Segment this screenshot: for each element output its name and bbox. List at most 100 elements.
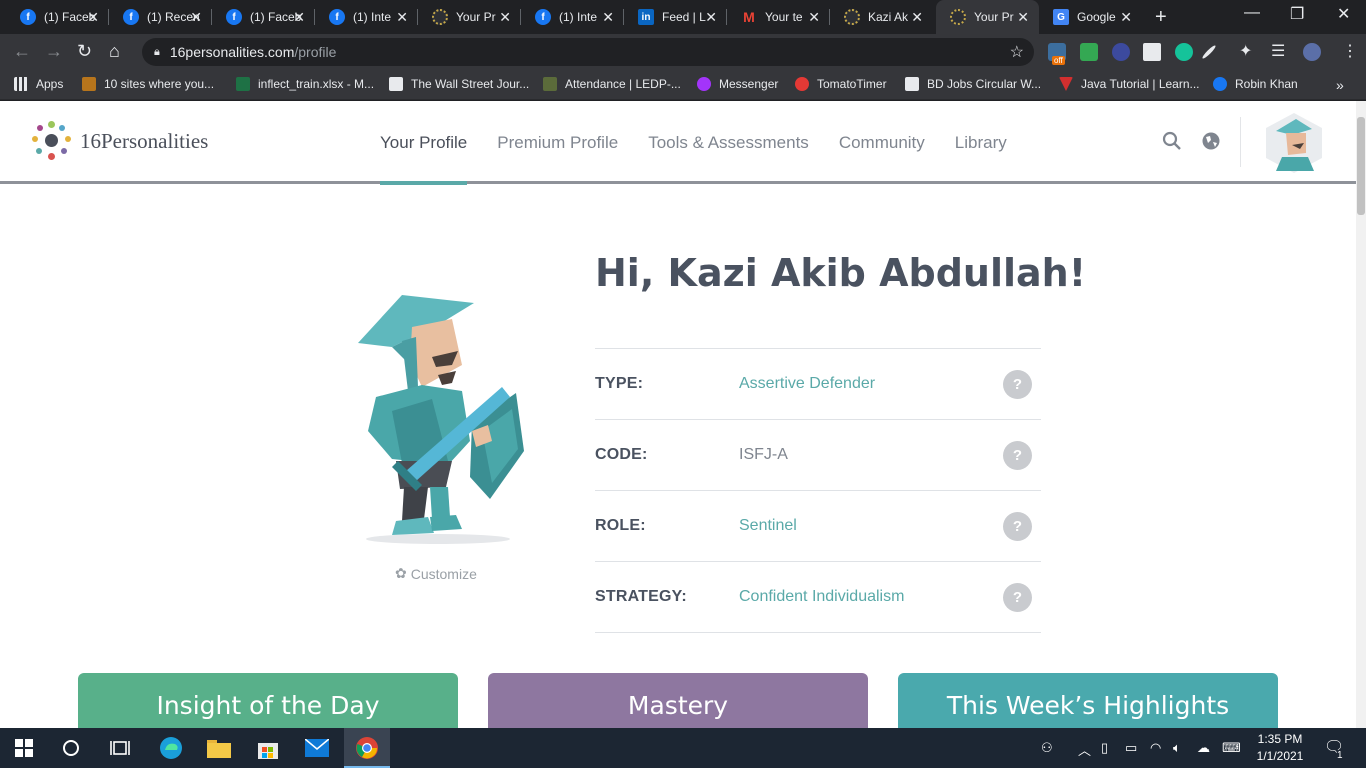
bookmark-item[interactable]: BD Jobs Circular W... — [905, 77, 1041, 91]
bookmark-item[interactable]: Attendance | LEDP-... — [543, 77, 681, 91]
browser-tab[interactable]: f (1) Inte ✕ — [315, 0, 418, 34]
volume-icon[interactable]: 🔈︎ — [1173, 740, 1181, 756]
chrome-icon[interactable] — [355, 736, 379, 760]
help-icon[interactable]: ? — [1003, 441, 1032, 470]
nav-premium-profile[interactable]: Premium Profile — [497, 101, 618, 184]
browser-tab[interactable]: f (1) Facebook ✕ — [212, 0, 315, 34]
browser-tab[interactable]: M Your te ✕ — [727, 0, 830, 34]
onedrive-icon[interactable]: ☁ — [1197, 740, 1210, 756]
mail-icon[interactable] — [305, 736, 329, 760]
close-tab-icon[interactable]: ✕ — [808, 9, 820, 26]
browser-tab[interactable]: f (1) Facebook ✕ — [6, 0, 109, 34]
bookmark-item[interactable]: inflect_train.xlsx - M... — [236, 77, 374, 91]
close-window-icon[interactable]: ✕ — [1337, 4, 1350, 24]
close-tab-icon[interactable]: ✕ — [499, 9, 511, 26]
media-control-icon[interactable]: ☰ — [1271, 41, 1285, 61]
home-icon[interactable]: ⌂ — [109, 41, 120, 62]
facebook-icon: f — [329, 9, 345, 25]
address-bar[interactable]: 🔒︎ 16personalities.com/profile ☆ — [142, 38, 1034, 66]
clip-extension-icon[interactable] — [1143, 43, 1161, 61]
keyboard-icon[interactable]: ⌨ — [1222, 740, 1241, 756]
nav-community[interactable]: Community — [839, 101, 925, 184]
windows-start-icon[interactable] — [12, 736, 36, 760]
help-icon[interactable]: ? — [1003, 512, 1032, 541]
close-tab-icon[interactable]: ✕ — [705, 9, 717, 26]
close-tab-icon[interactable]: ✕ — [1017, 9, 1029, 26]
wifi-icon[interactable]: ◠ — [1150, 740, 1161, 756]
browser-tab[interactable]: f (1) Inte ✕ — [521, 0, 624, 34]
profile-avatar-icon[interactable] — [1303, 43, 1321, 61]
sentinel-character-illustration — [358, 295, 524, 544]
bookmark-item[interactable]: The Wall Street Jour... — [389, 77, 529, 91]
type-value-link[interactable]: Assertive Defender — [739, 375, 875, 393]
bookmark-item[interactable]: TomatoTimer — [795, 77, 887, 91]
bookmark-star-icon[interactable]: ☆ — [1010, 42, 1024, 62]
battery-icon[interactable]: ▭ — [1125, 740, 1137, 756]
profile-row-type: TYPE: Assertive Defender ? — [595, 349, 1041, 420]
user-avatar[interactable] — [1262, 113, 1326, 173]
shield-extension-icon[interactable] — [1080, 43, 1098, 61]
restore-icon[interactable]: ❐ — [1290, 4, 1304, 24]
forward-icon[interactable]: → — [45, 41, 63, 62]
web-page: 16Personalities Your Profile Premium Pro… — [0, 101, 1366, 728]
grammarly-icon[interactable] — [1175, 43, 1193, 61]
file-explorer-icon[interactable] — [207, 736, 231, 760]
help-icon[interactable]: ? — [1003, 370, 1032, 399]
reload-icon[interactable]: ↻ — [77, 41, 92, 62]
bookmark-apps[interactable]: Apps — [14, 77, 63, 91]
bookmark-item[interactable]: Messenger — [697, 77, 778, 91]
close-tab-icon[interactable]: ✕ — [1120, 9, 1132, 26]
minimize-icon[interactable]: — — [1244, 4, 1260, 22]
close-tab-icon[interactable]: ✕ — [911, 9, 923, 26]
new-tab-icon[interactable]: + — [1155, 6, 1167, 29]
bookmark-label: Java Tutorial | Learn... — [1081, 77, 1200, 91]
profile-details-table: TYPE: Assertive Defender ? CODE: ISFJ-A … — [595, 348, 1041, 633]
customize-link[interactable]: ✿ Customize — [395, 565, 477, 582]
notification-count: 1 — [1337, 750, 1343, 761]
puzzle-extensions-icon[interactable]: ✦ — [1239, 41, 1252, 61]
browser-tab[interactable]: Kazi Ak ✕ — [830, 0, 933, 34]
globe-language-icon[interactable] — [1201, 131, 1221, 157]
back-icon[interactable]: ← — [13, 41, 31, 62]
browser-tab[interactable]: Your Pr ✕ — [418, 0, 521, 34]
pen-extension-icon[interactable] — [1201, 44, 1217, 60]
search-circle-icon[interactable] — [59, 736, 83, 760]
people-icon[interactable]: ⚇ — [1041, 740, 1053, 756]
show-hidden-icons-icon[interactable]: ︿ — [1078, 740, 1091, 759]
chrome-menu-icon[interactable]: ⋮ — [1342, 41, 1358, 61]
close-tab-icon[interactable]: ✕ — [293, 9, 305, 26]
microsoft-store-icon[interactable] — [256, 736, 280, 760]
site-logo[interactable]: 16Personalities — [32, 121, 208, 161]
card-insight-of-the-day[interactable]: Insight of the Day — [78, 673, 458, 728]
close-tab-icon[interactable]: ✕ — [190, 9, 202, 26]
help-icon[interactable]: ? — [1003, 583, 1032, 612]
strategy-value-link[interactable]: Confident Individualism — [739, 588, 904, 606]
scrollbar-thumb[interactable] — [1357, 117, 1365, 215]
taskbar-clock[interactable]: 1:35 PM 1/1/2021 — [1250, 731, 1310, 765]
close-tab-icon[interactable]: ✕ — [602, 9, 614, 26]
bookmark-item[interactable]: 10 sites where you... — [82, 77, 214, 91]
task-view-icon[interactable] — [108, 736, 132, 760]
more-bookmarks-icon[interactable]: » — [1336, 77, 1344, 93]
edge-browser-icon[interactable] — [159, 736, 183, 760]
card-mastery[interactable]: Mastery — [488, 673, 868, 728]
browser-tab[interactable]: in Feed | L ✕ — [624, 0, 727, 34]
page-scrollbar[interactable] — [1356, 101, 1366, 728]
nav-library[interactable]: Library — [955, 101, 1007, 184]
browser-tab-active[interactable]: Your Pr ✕ — [936, 0, 1039, 34]
close-tab-icon[interactable]: ✕ — [87, 9, 99, 26]
search-icon[interactable] — [1162, 131, 1182, 157]
role-value-link[interactable]: Sentinel — [739, 517, 797, 535]
browser-tab[interactable]: G Google ✕ — [1039, 0, 1142, 34]
bookmark-item[interactable]: Robin Khan — [1213, 77, 1298, 91]
bookmark-item[interactable]: Java Tutorial | Learn... — [1059, 77, 1200, 91]
bookmark-label: Apps — [36, 77, 64, 91]
card-weekly-highlights[interactable]: This Week’s Highlights — [898, 673, 1278, 728]
device-icon[interactable]: ▯ — [1101, 740, 1108, 756]
nav-tools-assessments[interactable]: Tools & Assessments — [648, 101, 809, 184]
nav-your-profile[interactable]: Your Profile — [380, 101, 468, 185]
k-extension-icon[interactable] — [1112, 43, 1130, 61]
main-nav: Your Profile Premium Profile Tools & Ass… — [380, 101, 1037, 185]
browser-tab[interactable]: f (1) Recent ✕ — [109, 0, 212, 34]
close-tab-icon[interactable]: ✕ — [396, 9, 408, 26]
